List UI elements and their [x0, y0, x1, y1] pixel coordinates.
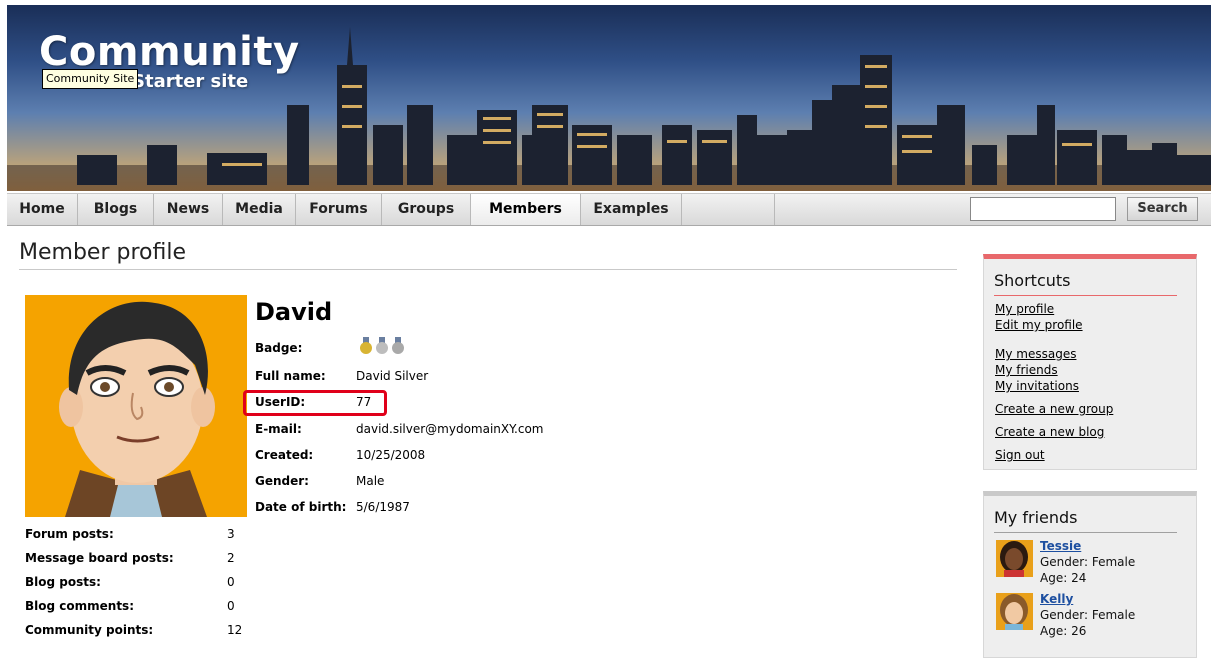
field-value: Male: [356, 474, 385, 488]
stat-value: 0: [227, 575, 235, 589]
nav-item-examples[interactable]: Examples: [581, 194, 682, 225]
friend-gender: Gender: Female: [1040, 608, 1136, 622]
friends-divider: [994, 532, 1177, 533]
friend-avatar-image: [996, 540, 1033, 577]
silver-medal-icon: [392, 337, 404, 354]
shortcuts-title: Shortcuts: [994, 271, 1071, 290]
field-label: Gender:: [255, 474, 309, 488]
nav-item-groups[interactable]: Groups: [382, 194, 471, 225]
friend-age: Age: 24: [1040, 571, 1087, 585]
nav-item-media[interactable]: Media: [223, 194, 296, 225]
stat-value: 12: [227, 623, 243, 637]
title-divider: [19, 269, 957, 270]
gold-medal-icon: [360, 337, 372, 354]
stat-label: Community points:: [25, 623, 154, 637]
field-label: Full name:: [255, 369, 326, 383]
field-value: 10/25/2008: [356, 448, 426, 462]
friend-age: Age: 26: [1040, 624, 1087, 638]
nav-item-spacer: [682, 194, 775, 225]
nav-item-members[interactable]: Members: [471, 194, 581, 225]
friend-avatar[interactable]: [996, 593, 1033, 630]
page-title: Member profile: [19, 240, 186, 265]
field-label: E-mail:: [255, 422, 302, 436]
stat-label: Message board posts:: [25, 551, 174, 565]
friend-name-link[interactable]: Kelly: [1040, 592, 1073, 606]
shortcut-sign-out[interactable]: Sign out: [995, 448, 1045, 462]
avatar-illustration: [25, 295, 247, 517]
friends-panel: My friends Tessie Gender: Female Age: 24…: [983, 491, 1197, 658]
field-value: 5/6/1987: [356, 500, 410, 514]
shortcut-my-messages[interactable]: My messages: [995, 347, 1076, 361]
friend-name-link[interactable]: Tessie: [1040, 539, 1081, 553]
shortcuts-panel: Shortcuts My profile Edit my profile My …: [983, 254, 1197, 470]
stat-value: 0: [227, 599, 235, 613]
field-label: Date of birth:: [255, 500, 347, 514]
stat-label: Blog posts:: [25, 575, 101, 589]
shortcut-my-friends[interactable]: My friends: [995, 363, 1058, 377]
field-value: David Silver: [356, 369, 429, 383]
field-label: Created:: [255, 448, 314, 462]
stat-value: 2: [227, 551, 235, 565]
main-nav: Home Blogs News Media Forums Groups Memb…: [7, 193, 1211, 226]
stat-label: Forum posts:: [25, 527, 114, 541]
shortcuts-divider: [994, 295, 1177, 296]
tooltip: Community Site: [42, 69, 139, 89]
stat-label: Blog comments:: [25, 599, 134, 613]
silver-medal-icon: [376, 337, 388, 354]
field-value: david.silver@mydomainXY.com: [356, 422, 544, 436]
friends-title: My friends: [994, 508, 1078, 527]
search-input[interactable]: [970, 197, 1116, 221]
shortcut-create-group[interactable]: Create a new group: [995, 402, 1113, 416]
stat-value: 3: [227, 527, 235, 541]
badge-label: Badge:: [255, 341, 303, 355]
member-avatar: [25, 295, 247, 517]
friend-gender: Gender: Female: [1040, 555, 1136, 569]
friend-avatar[interactable]: [996, 540, 1033, 577]
shortcut-create-blog[interactable]: Create a new blog: [995, 425, 1104, 439]
shortcut-edit-my-profile[interactable]: Edit my profile: [995, 318, 1083, 332]
member-name: David: [255, 298, 333, 326]
shortcut-my-profile[interactable]: My profile: [995, 302, 1054, 316]
nav-item-home[interactable]: Home: [7, 194, 78, 225]
friend-avatar-image: [996, 593, 1033, 630]
nav-item-forums[interactable]: Forums: [296, 194, 382, 225]
shortcut-my-invitations[interactable]: My invitations: [995, 379, 1079, 393]
userid-highlight-box: [243, 390, 387, 416]
search-button[interactable]: Search: [1127, 197, 1198, 221]
site-banner: Community Starter site: [7, 5, 1211, 191]
site-subtitle: Starter site: [132, 71, 249, 92]
nav-item-news[interactable]: News: [154, 194, 223, 225]
nav-item-blogs[interactable]: Blogs: [78, 194, 154, 225]
